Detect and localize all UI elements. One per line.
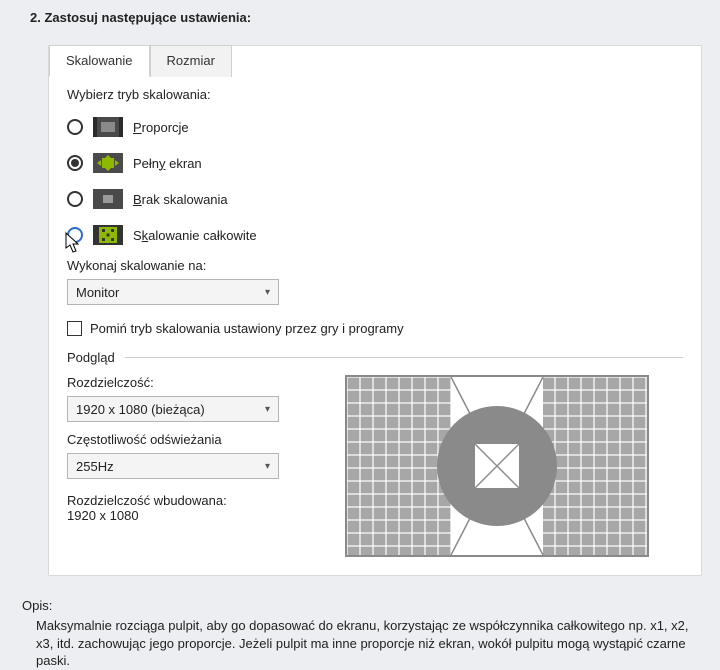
tab-size[interactable]: Rozmiar bbox=[150, 45, 232, 77]
tab-scaling[interactable]: Skalowanie bbox=[49, 45, 150, 77]
description-heading: Opis: bbox=[22, 598, 700, 613]
integer-icon bbox=[93, 225, 123, 245]
resolution-select[interactable]: 1920 x 1080 (bieżąca) ▾ bbox=[67, 396, 279, 422]
section-title: 2. Zastosuj następujące ustawienia: bbox=[30, 10, 702, 25]
settings-panel: Skalowanie Rozmiar Wybierz tryb skalowan… bbox=[48, 45, 702, 576]
radio-integer[interactable] bbox=[67, 227, 83, 243]
refresh-label: Częstotliwość odświeżania bbox=[67, 432, 283, 447]
mode-aspect-row[interactable]: Proporcje bbox=[67, 114, 683, 140]
chevron-down-icon: ▾ bbox=[265, 287, 270, 298]
description-body: Maksymalnie rozciąga pulpit, aby go dopa… bbox=[22, 617, 700, 670]
chevron-down-icon: ▾ bbox=[265, 404, 270, 415]
chevron-down-icon: ▾ bbox=[265, 461, 270, 472]
override-checkbox[interactable] bbox=[67, 321, 82, 336]
mode-integer-row[interactable]: Skalowanie całkowite bbox=[67, 222, 683, 248]
aspect-icon bbox=[93, 117, 123, 137]
noscaling-icon bbox=[93, 189, 123, 209]
mode-fullscreen-row[interactable]: Pełny ekran bbox=[67, 150, 683, 176]
override-label[interactable]: Pomiń tryb skalowania ustawiony przez gr… bbox=[90, 321, 404, 336]
native-res-label: Rozdzielczość wbudowana: bbox=[67, 493, 283, 508]
mode-integer-label[interactable]: Skalowanie całkowite bbox=[133, 228, 257, 243]
radio-fullscreen[interactable] bbox=[67, 155, 83, 171]
refresh-value: 255Hz bbox=[76, 459, 114, 474]
perform-on-label: Wykonaj skalowanie na: bbox=[67, 258, 683, 273]
resolution-value: 1920 x 1080 (bieżąca) bbox=[76, 402, 205, 417]
radio-aspect[interactable] bbox=[67, 119, 83, 135]
tabs: Skalowanie Rozmiar bbox=[49, 45, 683, 77]
mode-noscaling-row[interactable]: Brak skalowania bbox=[67, 186, 683, 212]
resolution-label: Rozdzielczość: bbox=[67, 375, 283, 390]
refresh-select[interactable]: 255Hz ▾ bbox=[67, 453, 279, 479]
perform-on-value: Monitor bbox=[76, 285, 119, 300]
mode-fullscreen-label[interactable]: Pełny ekran bbox=[133, 156, 202, 171]
divider-line bbox=[125, 357, 683, 358]
preview-heading: Podgląd bbox=[67, 350, 115, 365]
radio-noscaling[interactable] bbox=[67, 191, 83, 207]
fullscreen-icon bbox=[93, 153, 123, 173]
choose-mode-label: Wybierz tryb skalowania: bbox=[67, 87, 683, 102]
preview-heading-row: Podgląd bbox=[67, 350, 683, 365]
preview-box bbox=[345, 375, 649, 557]
native-res-value: 1920 x 1080 bbox=[67, 508, 283, 523]
mode-noscaling-label[interactable]: Brak skalowania bbox=[133, 192, 228, 207]
override-row[interactable]: Pomiń tryb skalowania ustawiony przez gr… bbox=[67, 321, 683, 336]
perform-on-select[interactable]: Monitor ▾ bbox=[67, 279, 279, 305]
mode-aspect-label[interactable]: Proporcje bbox=[133, 120, 189, 135]
